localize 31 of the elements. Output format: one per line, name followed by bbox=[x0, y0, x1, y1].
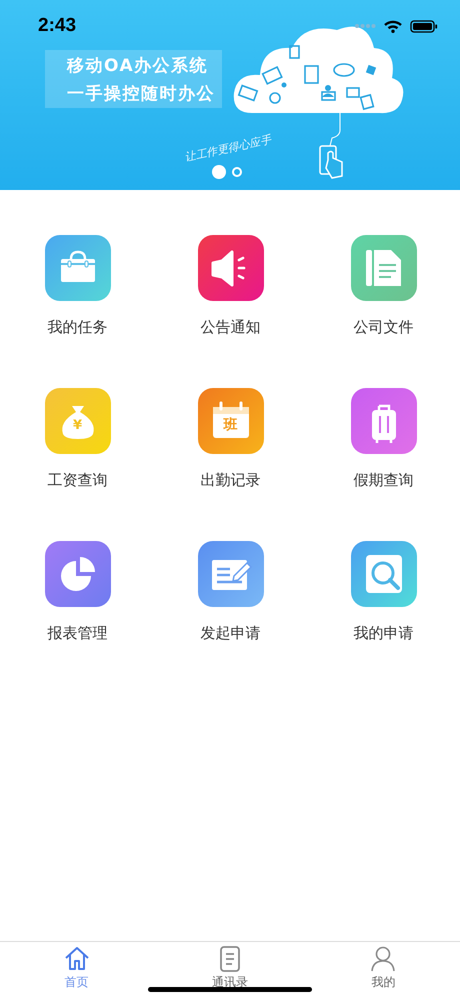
document-icon bbox=[350, 235, 416, 301]
tab[interactable]: 通讯录 bbox=[153, 942, 307, 996]
feature-button[interactable]: 假期查询 bbox=[334, 388, 434, 498]
speaker-icon bbox=[198, 235, 264, 301]
person-icon bbox=[369, 945, 398, 973]
search-icon bbox=[350, 541, 416, 607]
feature-button[interactable]: 我的申请 bbox=[334, 541, 434, 651]
tab[interactable]: 我的 bbox=[306, 942, 460, 996]
feature-button[interactable]: 公司文件 bbox=[334, 235, 434, 345]
battery-icon bbox=[410, 20, 438, 32]
feature-button[interactable]: ¥ 工资查询 bbox=[28, 388, 128, 498]
pie-chart-icon bbox=[44, 541, 110, 607]
feature-button[interactable]: 报表管理 bbox=[28, 541, 128, 651]
feature-button[interactable]: 我的任务 bbox=[28, 235, 128, 345]
banner-title: 一手操控随时办公 bbox=[67, 83, 216, 106]
feature-button[interactable]: 班 出勤记录 bbox=[180, 388, 280, 498]
feature-button[interactable]: 发起申请 bbox=[180, 541, 280, 651]
banner-title: 移动OA办公系统 bbox=[67, 54, 210, 77]
calendar-icon bbox=[198, 388, 264, 454]
suitcase-icon bbox=[350, 388, 416, 454]
edit-form-icon bbox=[198, 541, 264, 607]
home-icon bbox=[62, 945, 91, 973]
money-bag-icon bbox=[44, 388, 110, 454]
page-dot[interactable] bbox=[232, 167, 242, 177]
signal-icon bbox=[354, 23, 376, 29]
status-time: 2:43 bbox=[38, 15, 76, 37]
page-dot[interactable] bbox=[212, 165, 226, 179]
briefcase-icon bbox=[44, 235, 110, 301]
wifi-icon bbox=[384, 20, 402, 32]
feature-button[interactable]: 公告通知 bbox=[180, 235, 280, 345]
slogan: 让工作更得心应手 bbox=[183, 132, 273, 165]
